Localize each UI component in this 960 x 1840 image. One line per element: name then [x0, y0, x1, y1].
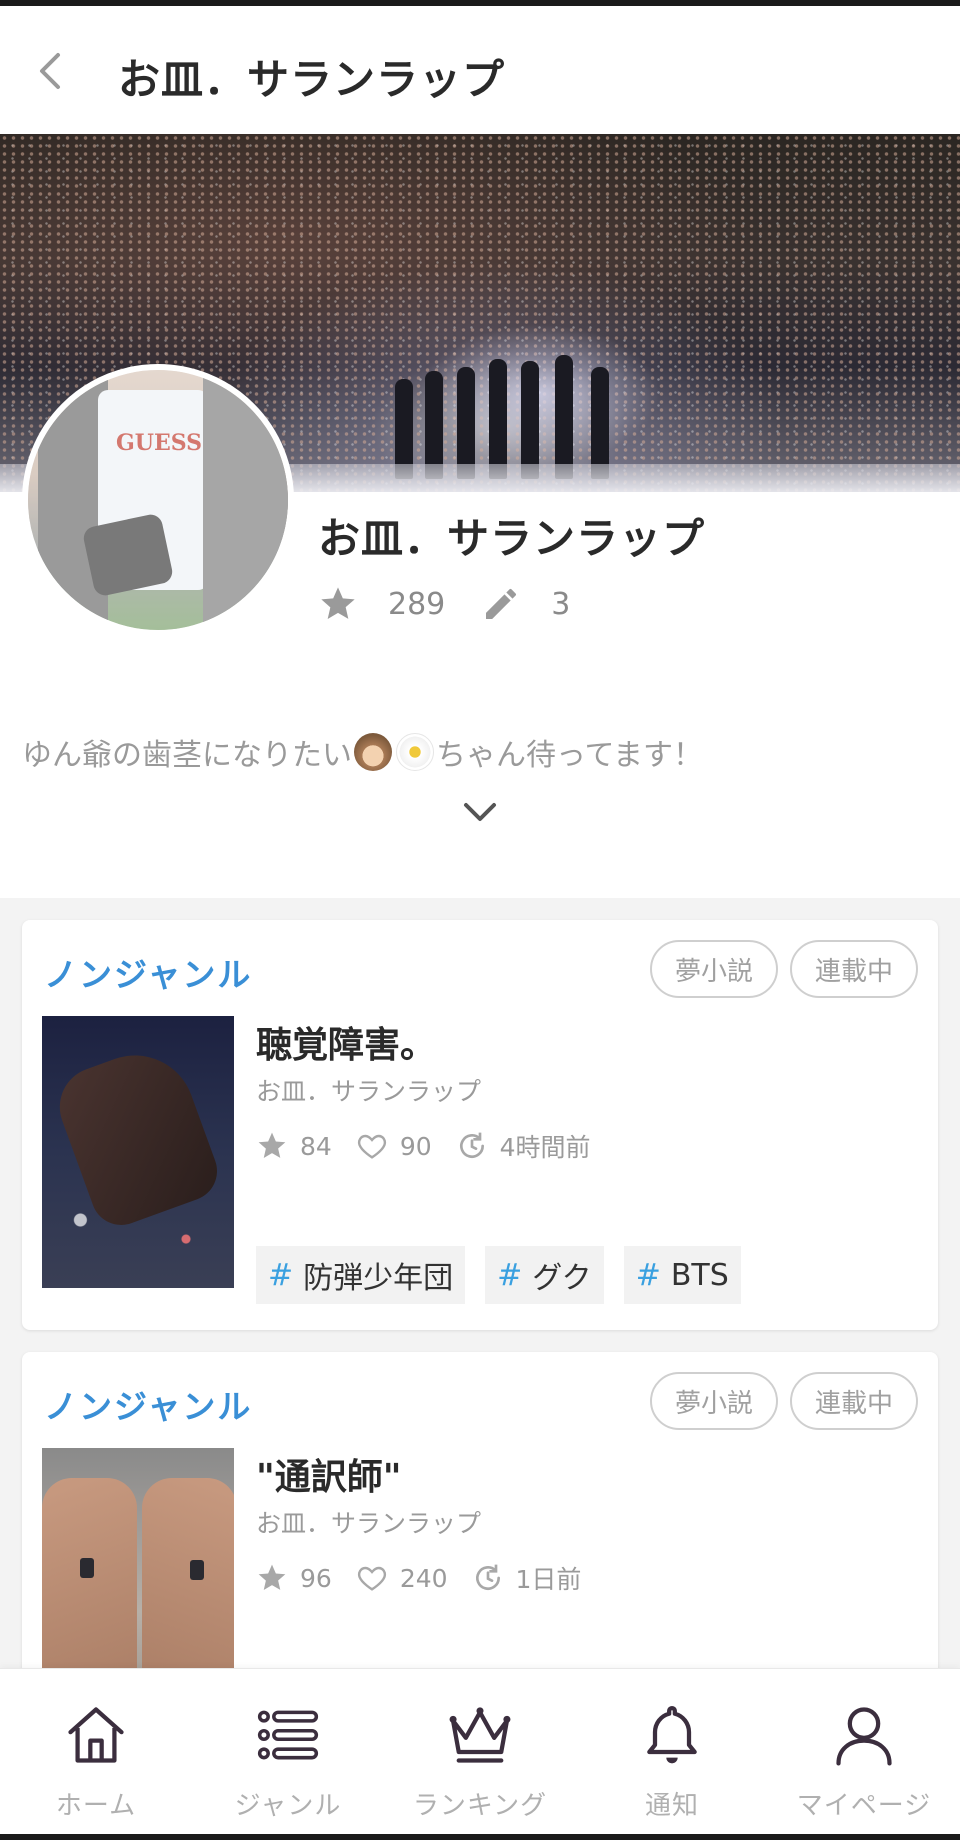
genre-label[interactable]: ノンジャンル: [44, 1380, 252, 1428]
tag-item[interactable]: # 防弾少年団: [256, 1246, 466, 1304]
star-icon: [256, 1562, 288, 1594]
tag-item[interactable]: # グク: [485, 1246, 604, 1304]
heart-icon: [356, 1130, 388, 1162]
story-stars: 96: [300, 1563, 332, 1593]
back-button[interactable]: [30, 46, 70, 96]
chip-dream-novel[interactable]: 夢小説: [650, 1372, 778, 1430]
nav-notify-label: 通知: [644, 1791, 699, 1821]
pencil-icon: [481, 584, 521, 624]
story-title[interactable]: "通訳師": [256, 1448, 402, 1500]
profile-bio: ゆん爺の歯茎になりたい ちゃん待ってます！: [22, 730, 703, 774]
story-thumbnail[interactable]: [42, 1016, 234, 1288]
user-icon: [830, 1699, 898, 1771]
clock-refresh-icon: [456, 1130, 488, 1162]
story-updated: 1日前: [515, 1565, 582, 1594]
nav-mypage[interactable]: マイページ: [768, 1669, 960, 1834]
star-icon: [256, 1130, 288, 1162]
chip-dream-novel[interactable]: 夢小説: [650, 940, 778, 998]
story-list: ノンジャンル 夢小説 連載中 聴覚障害。 お皿．サランラップ 84 90 4時間…: [0, 898, 960, 1668]
bio-text-start: ゆん爺の歯茎になりたい: [22, 738, 352, 773]
chip-serializing[interactable]: 連載中: [790, 1372, 918, 1430]
profile-stats: 289 3: [318, 582, 606, 626]
story-tags: # 防弾少年団 # グク # BTS: [256, 1246, 761, 1304]
avatar[interactable]: GUESS: [22, 364, 294, 636]
tag-item[interactable]: # BTS: [623, 1246, 741, 1304]
page-title: お皿．サランラップ: [118, 55, 506, 104]
story-meta: 96 240 1日前: [256, 1558, 605, 1598]
bell-icon: [638, 1699, 706, 1771]
heart-icon: [356, 1562, 388, 1594]
nav-home[interactable]: ホーム: [0, 1669, 192, 1834]
system-nav-strip: [0, 1834, 960, 1840]
blossom-emoji: [396, 733, 434, 771]
nav-notify[interactable]: 通知: [576, 1669, 768, 1834]
story-title[interactable]: 聴覚障害。: [256, 1016, 436, 1068]
expand-bio-button[interactable]: [456, 795, 504, 829]
app-header: お皿．サランラップ: [0, 6, 960, 134]
hedgehog-emoji: [354, 733, 392, 771]
clock-refresh-icon: [472, 1562, 504, 1594]
profile-name: お皿．サランラップ: [318, 514, 706, 563]
story-thumbnail[interactable]: [42, 1448, 234, 1668]
stars-count: 289: [388, 586, 446, 622]
story-meta: 84 90 4時間前: [256, 1126, 615, 1166]
nav-home-label: ホーム: [55, 1791, 137, 1821]
nav-genre-label: ジャンル: [234, 1791, 342, 1821]
home-icon: [62, 1699, 130, 1771]
story-likes: 90: [399, 1131, 432, 1161]
nav-ranking[interactable]: ランキング: [384, 1669, 576, 1834]
story-card[interactable]: ノンジャンル 夢小説 連載中 "通訳師" お皿．サランラップ 96 240 1日…: [22, 1352, 938, 1668]
nav-mypage-label: マイページ: [796, 1791, 932, 1821]
story-author: お皿．サランラップ: [256, 1077, 482, 1106]
chevron-left-icon: [40, 53, 60, 89]
crown-icon: [446, 1699, 514, 1771]
story-likes: 240: [399, 1563, 448, 1593]
chip-serializing[interactable]: 連載中: [790, 940, 918, 998]
works-count: 3: [551, 586, 571, 622]
genre-label[interactable]: ノンジャンル: [44, 948, 252, 996]
nav-genre[interactable]: ジャンル: [192, 1669, 384, 1834]
story-stars: 84: [300, 1131, 332, 1161]
star-icon: [318, 584, 358, 624]
story-author: お皿．サランラップ: [256, 1509, 482, 1538]
nav-ranking-label: ランキング: [412, 1791, 548, 1821]
bio-text-end: ちゃん待ってます！: [436, 738, 703, 773]
story-card[interactable]: ノンジャンル 夢小説 連載中 聴覚障害。 お皿．サランラップ 84 90 4時間…: [22, 920, 938, 1330]
bottom-nav: ホーム ジャンル ランキング 通知 マイページ: [0, 1668, 960, 1834]
chevron-down-icon: [464, 803, 496, 821]
list-icon: [254, 1699, 322, 1771]
cover-performers: [395, 349, 640, 479]
story-updated: 4時間前: [499, 1133, 591, 1162]
